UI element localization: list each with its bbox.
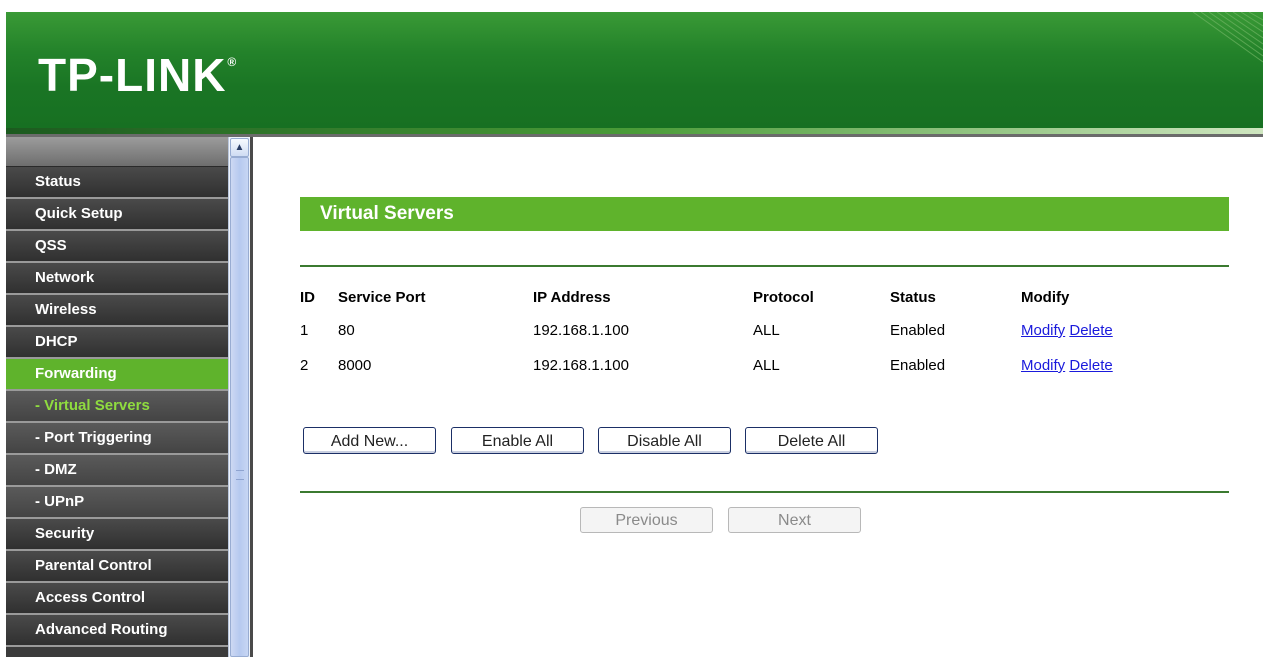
sidebar-menu: Status Quick Setup QSS Network Wireless DHCP F…	[6, 137, 228, 657]
sidebar-item-qss[interactable]: QSS	[6, 231, 228, 263]
sidebar-top-spacer	[6, 137, 228, 167]
header-banner: TP-LINK®	[6, 12, 1263, 128]
cell-modify: Modify Delete	[1021, 348, 1229, 383]
table-header-row: ID Service Port IP Address Protocol Stat…	[300, 281, 1229, 313]
cell-ip-address: 192.168.1.100	[533, 322, 629, 339]
table-top-rule	[300, 265, 1229, 267]
delete-all-button[interactable]: Delete All	[745, 427, 878, 454]
scrollbar-thumb[interactable]	[230, 157, 249, 657]
cell-service-port: 8000	[338, 357, 372, 374]
enable-all-button[interactable]: Enable All	[451, 427, 584, 454]
cell-id: 1	[300, 322, 309, 339]
cell-modify: Modify Delete	[1021, 313, 1229, 348]
decorative-stripes-icon	[1192, 12, 1263, 63]
sidebar-scrollbar[interactable]: ▲	[228, 137, 250, 657]
column-header-status: Status	[890, 288, 936, 306]
sidebar-item-upnp[interactable]: - UPnP	[6, 487, 228, 519]
cell-protocol: ALL	[753, 322, 780, 339]
sidebar-item-parental-control[interactable]: Parental Control	[6, 551, 228, 583]
previous-button[interactable]: Previous	[580, 507, 713, 533]
cell-protocol: ALL	[753, 357, 780, 374]
router-admin-frame: TP-LINK® Status Quick Setup QSS Network Wire…	[6, 12, 1263, 657]
scrollbar-grip-icon	[236, 470, 244, 480]
modify-link[interactable]: Modify	[1021, 357, 1065, 374]
tp-link-logo: TP-LINK®	[38, 49, 238, 101]
sidebar-item-forwarding[interactable]: Forwarding	[6, 359, 228, 391]
cell-id: 2	[300, 357, 309, 374]
next-button[interactable]: Next	[728, 507, 861, 533]
cell-service-port: 80	[338, 322, 355, 339]
sidebar-item-dhcp[interactable]: DHCP	[6, 327, 228, 359]
sidebar-item-advanced-routing[interactable]: Advanced Routing	[6, 615, 228, 647]
cell-status: Enabled	[890, 357, 946, 374]
delete-link[interactable]: Delete	[1069, 322, 1112, 339]
modify-link[interactable]: Modify	[1021, 322, 1065, 339]
column-header-service-port: Service Port	[338, 288, 426, 306]
cell-status: Enabled	[890, 322, 946, 339]
virtual-servers-table: ID Service Port IP Address Protocol Stat…	[300, 281, 1229, 383]
sidebar-item-network[interactable]: Network	[6, 263, 228, 295]
page-title: Virtual Servers	[300, 197, 1229, 231]
sidebar-item-port-triggering[interactable]: - Port Triggering	[6, 423, 228, 455]
sidebar-item-quick-setup[interactable]: Quick Setup	[6, 199, 228, 231]
sidebar-menu-list: Status Quick Setup QSS Network Wireless DHCP F…	[6, 167, 228, 647]
cell-ip-address: 192.168.1.100	[533, 357, 629, 374]
delete-link[interactable]: Delete	[1069, 357, 1112, 374]
table-bottom-rule	[300, 491, 1229, 493]
scroll-up-icon[interactable]: ▲	[230, 138, 249, 157]
sidebar-item-dmz[interactable]: - DMZ	[6, 455, 228, 487]
sidebar-item-access-control[interactable]: Access Control	[6, 583, 228, 615]
table-row: 2 8000 192.168.1.100 ALL Enabled Modify …	[300, 348, 1229, 383]
sidebar-item-virtual-servers[interactable]: - Virtual Servers	[6, 391, 228, 423]
column-header-id: ID	[300, 288, 315, 306]
column-header-protocol: Protocol	[753, 288, 814, 306]
table-row: 1 80 192.168.1.100 ALL Enabled Modify De…	[300, 313, 1229, 348]
sidebar-item-wireless[interactable]: Wireless	[6, 295, 228, 327]
sidebar-item-status[interactable]: Status	[6, 167, 228, 199]
main-content: Virtual Servers ID Service Port IP Addre…	[253, 137, 1263, 657]
add-new-button[interactable]: Add New...	[303, 427, 436, 454]
disable-all-button[interactable]: Disable All	[598, 427, 731, 454]
column-header-ip-address: IP Address	[533, 288, 611, 306]
sidebar-item-security[interactable]: Security	[6, 519, 228, 551]
column-header-modify: Modify	[1021, 288, 1070, 306]
